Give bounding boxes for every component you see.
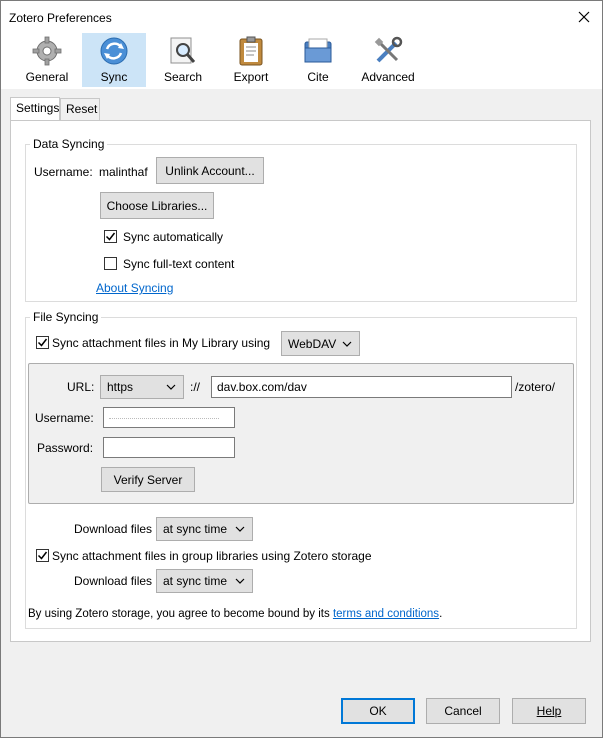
username-label: Username:: [34, 165, 93, 179]
sync-automatically-checkbox[interactable]: [104, 230, 117, 243]
cancel-button[interactable]: Cancel: [426, 698, 500, 724]
window-title: Zotero Preferences: [9, 11, 112, 25]
data-syncing-legend: Data Syncing: [30, 137, 108, 151]
clipboard-icon: [239, 36, 263, 66]
tab-reset[interactable]: Reset: [60, 98, 100, 120]
unlink-account-label: Unlink Account...: [165, 163, 255, 178]
magnifier-icon: [170, 37, 196, 64]
chevron-down-icon: [235, 526, 245, 532]
password-input[interactable]: [103, 437, 235, 458]
settings-panel: Data Syncing Username: malinthaf Unlink …: [10, 120, 591, 642]
preferences-window: Zotero Preferences General Sync Search E…: [0, 0, 603, 738]
sync-group-libraries-checkbox[interactable]: [36, 549, 49, 562]
sync-my-library-label: Sync attachment files in My Library usin…: [52, 336, 271, 350]
pane-label-search: Search: [163, 70, 203, 84]
about-syncing-link[interactable]: About Syncing: [96, 281, 173, 295]
help-button[interactable]: Help: [512, 698, 586, 724]
username-value: malinthaf: [99, 165, 148, 179]
download-files-label-2: Download files: [74, 574, 153, 588]
pane-export[interactable]: Export: [227, 33, 275, 87]
terms-notice: By using Zotero storage, you agree to be…: [28, 608, 442, 620]
chevron-down-icon: [342, 341, 352, 347]
cancel-label: Cancel: [444, 704, 482, 718]
file-syncing-legend: File Syncing: [30, 310, 102, 324]
help-label: Help: [536, 704, 562, 718]
tab-settings[interactable]: Settings: [10, 97, 60, 120]
close-icon[interactable]: [566, 1, 602, 33]
pane-label-general: General: [25, 70, 69, 84]
download-files-label: Download files: [74, 522, 153, 536]
redacted-username: [109, 417, 219, 420]
preference-pane-toolbar: General Sync Search Export Cite Advanced: [1, 33, 602, 89]
title-bar: Zotero Preferences: [1, 1, 602, 33]
checkmark-icon: [37, 551, 48, 560]
choose-libraries-button[interactable]: Choose Libraries...: [100, 192, 214, 219]
protocol-select[interactable]: https: [100, 375, 184, 399]
unlink-account-button[interactable]: Unlink Account...: [156, 157, 264, 184]
sync-method-select[interactable]: WebDAV: [281, 331, 360, 356]
choose-libraries-label: Choose Libraries...: [106, 198, 208, 213]
download-files-value-2: at sync time: [163, 574, 228, 588]
protocol-value: https: [107, 380, 134, 394]
checkmark-icon: [105, 232, 116, 241]
sync-automatically-label: Sync automatically: [123, 230, 224, 244]
password-label: Password:: [37, 441, 94, 455]
tab-reset-label: Reset: [66, 102, 98, 116]
terms-prefix: By using Zotero storage, you agree to be…: [28, 608, 333, 620]
gear-icon: [32, 36, 62, 66]
pane-cite[interactable]: Cite: [297, 33, 339, 87]
chevron-down-icon: [166, 384, 176, 390]
pane-label-advanced: Advanced: [361, 70, 415, 84]
url-label: URL:: [67, 380, 95, 394]
pane-advanced[interactable]: Advanced: [357, 33, 419, 87]
sync-group-libraries-label: Sync attachment files in group libraries…: [52, 549, 372, 563]
url-input[interactable]: dav.box.com/dav: [211, 376, 512, 398]
sync-method-value: WebDAV: [288, 336, 337, 351]
chevron-down-icon: [235, 578, 245, 584]
sync-fulltext-checkbox[interactable]: [104, 257, 117, 270]
sync-icon: [100, 37, 128, 65]
download-files-value: at sync time: [163, 522, 228, 536]
url-input-value: dav.box.com/dav: [217, 380, 307, 394]
download-files-select[interactable]: at sync time: [156, 517, 253, 541]
pane-label-cite: Cite: [307, 70, 329, 84]
sync-my-library-checkbox[interactable]: [36, 336, 49, 349]
pane-sync[interactable]: Sync: [82, 33, 146, 87]
pane-label-export: Export: [233, 70, 269, 84]
pane-label-sync: Sync: [100, 70, 128, 84]
terms-suffix: .: [439, 608, 443, 620]
sync-fulltext-label: Sync full-text content: [123, 257, 235, 271]
ok-label: OK: [369, 704, 387, 718]
checkmark-icon: [37, 338, 48, 347]
pane-search[interactable]: Search: [159, 33, 207, 87]
webdav-username-label: Username:: [35, 411, 94, 425]
download-files-select-2[interactable]: at sync time: [156, 569, 253, 593]
pane-general[interactable]: General: [22, 33, 72, 87]
url-suffix: /zotero/: [515, 380, 556, 394]
verify-server-button[interactable]: Verify Server: [101, 467, 195, 492]
scheme-separator: ://: [190, 380, 201, 394]
webdav-username-input[interactable]: [103, 407, 235, 428]
tab-settings-label: Settings: [16, 101, 60, 115]
ok-button[interactable]: OK: [341, 698, 415, 724]
terms-link[interactable]: terms and conditions: [333, 608, 439, 620]
folder-icon: [304, 38, 332, 63]
verify-server-label: Verify Server: [113, 472, 183, 487]
tools-icon: [374, 36, 403, 63]
